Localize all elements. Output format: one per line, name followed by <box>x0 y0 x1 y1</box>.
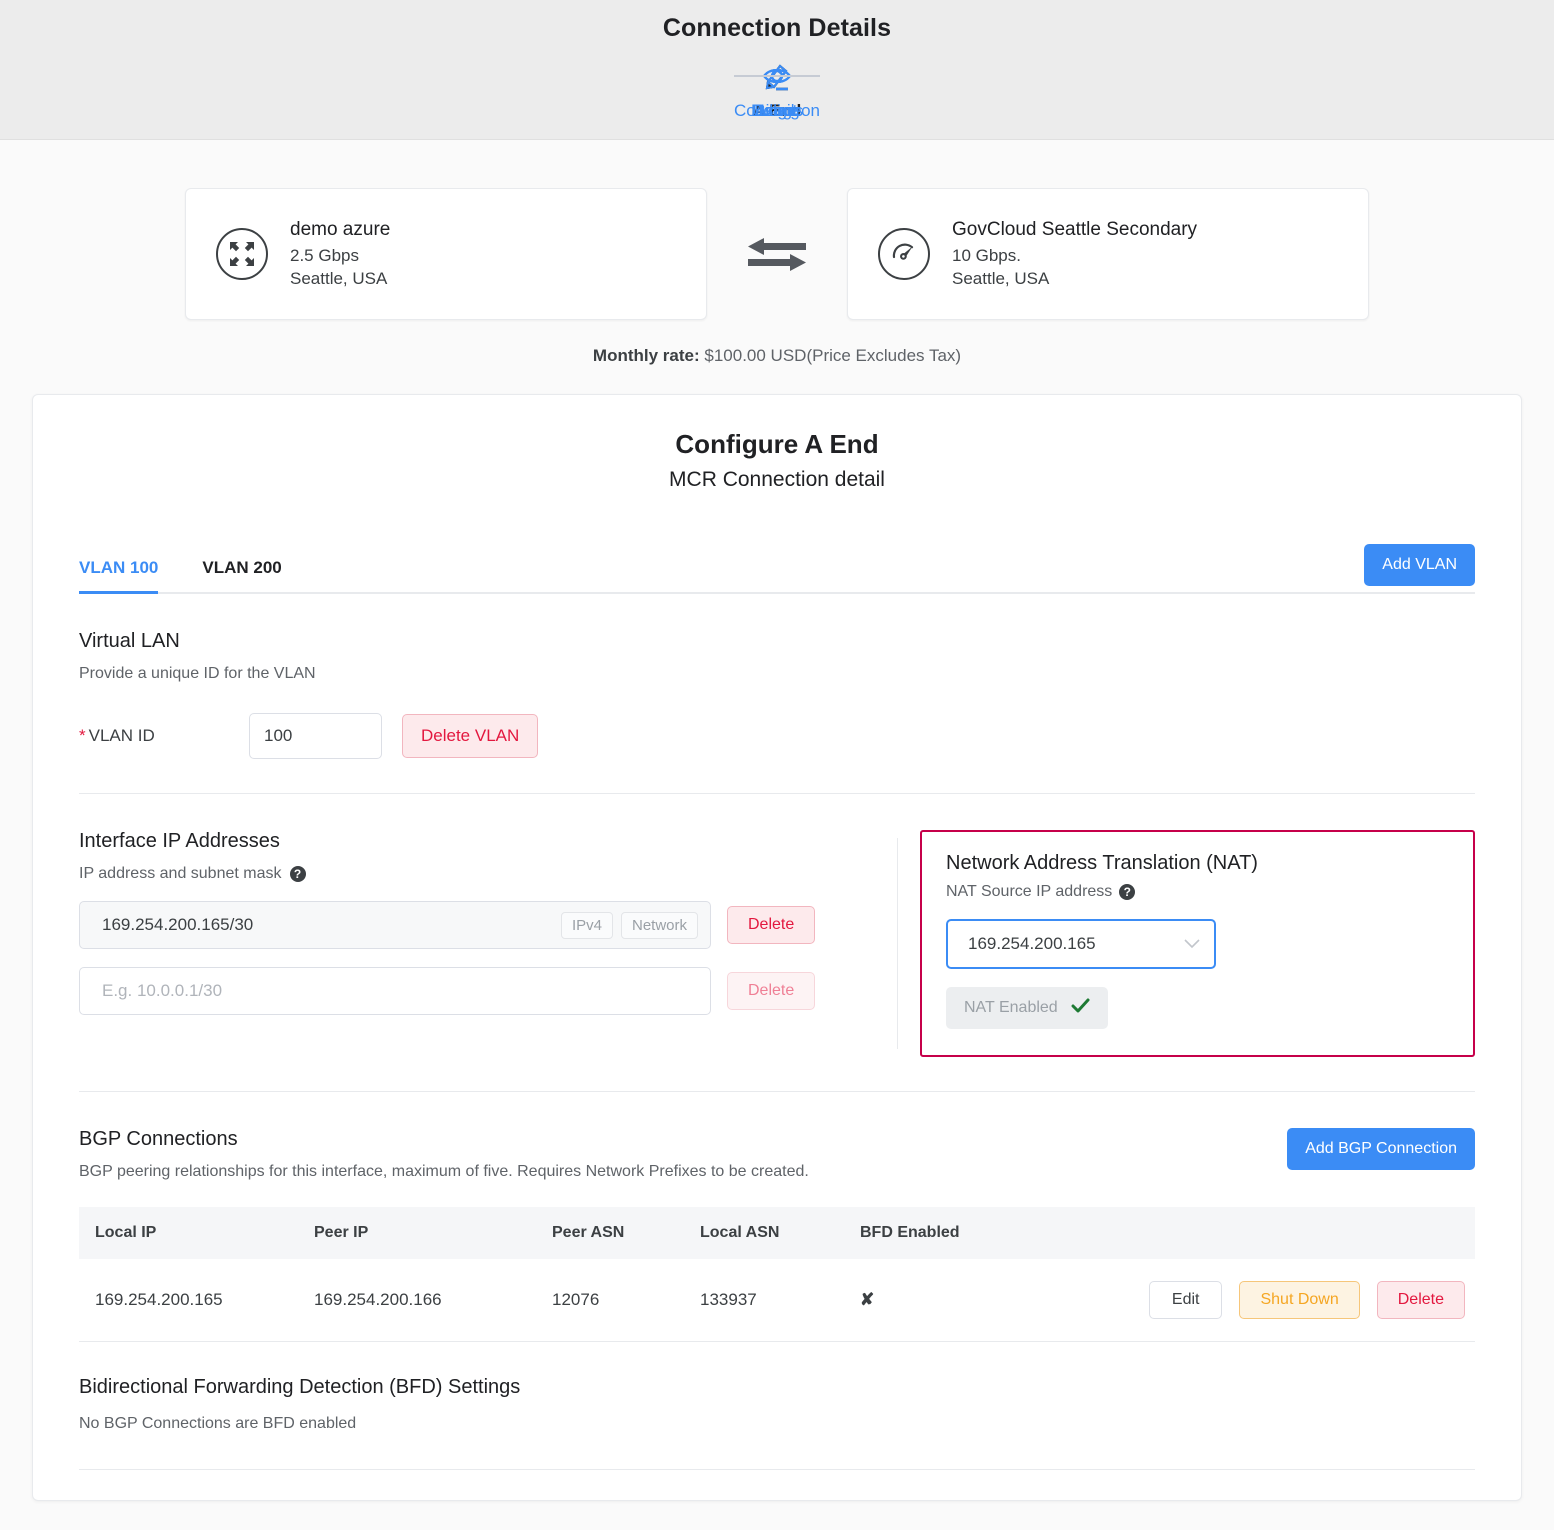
nat-sublabel: NAT Source IP address <box>946 883 1113 900</box>
ip-address-row: 169.254.200.165/30 IPv4 Network Delete <box>79 901 877 949</box>
delete-ip-button[interactable]: Delete <box>727 972 816 1010</box>
delete-ip-button[interactable]: Delete <box>727 906 816 944</box>
cell-bfd-enabled: ✘ <box>860 1259 1040 1342</box>
ip-address-placeholder: E.g. 10.0.0.1/30 <box>102 981 223 1000</box>
delete-bgp-button[interactable]: Delete <box>1376 1281 1465 1319</box>
tab-vlan-200[interactable]: VLAN 200 <box>202 552 303 592</box>
interface-ip-sublabel-row: IP address and subnet mask ? <box>79 865 877 883</box>
speedometer-icon <box>878 228 930 280</box>
a-end-card[interactable]: demo azure 2.5 Gbps Seattle, USA <box>185 188 707 320</box>
b-end-name: GovCloud Seattle Secondary <box>952 219 1198 241</box>
edit-bgp-button[interactable]: Edit <box>1148 1281 1223 1319</box>
nat-sublabel-row: NAT Source IP address ? <box>946 883 1449 901</box>
a-end-name: demo azure <box>290 219 391 241</box>
bfd-empty-text: No BGP Connections are BFD enabled <box>79 1415 357 1432</box>
panel-subtitle: MCR Connection detail <box>669 468 885 491</box>
configure-panel: Configure A End MCR Connection detail VL… <box>32 394 1522 1501</box>
bfd-section: Bidirectional Forwarding Detection (BFD)… <box>79 1342 1475 1470</box>
virtual-lan-heading: Virtual LAN <box>79 630 180 652</box>
column-header-peer-asn: Peer ASN <box>552 1207 700 1259</box>
cell-peer-asn: 12076 <box>552 1259 700 1342</box>
add-bgp-connection-button[interactable]: Add BGP Connection <box>1287 1128 1475 1170</box>
ip-address-field-filled[interactable]: 169.254.200.165/30 IPv4 Network <box>79 901 711 949</box>
virtual-lan-description: Provide a unique ID for the VLAN <box>79 665 316 682</box>
chevron-down-icon <box>1184 934 1200 954</box>
bgp-description: BGP peering relationships for this inter… <box>79 1163 809 1180</box>
b-end-location: Seattle, USA <box>952 269 1050 289</box>
cell-actions: Edit Shut Down Delete <box>1040 1259 1475 1342</box>
stepper-connector <box>734 75 820 77</box>
nat-column: Network Address Translation (NAT) NAT So… <box>898 830 1475 1057</box>
wizard-stepper: Connection A End Azure Details Logs Usag… <box>0 59 1554 121</box>
interface-ip-heading: Interface IP Addresses <box>79 830 280 852</box>
connection-details-page: Connection Details Connection A End Azur… <box>0 0 1554 1530</box>
ip-version-tag: IPv4 <box>560 911 613 939</box>
interface-ip-sublabel: IP address and subnet mask <box>79 865 282 882</box>
vlan-id-row: *VLAN ID Delete VLAN <box>79 713 1475 759</box>
ip-network-tag: Network <box>620 911 698 939</box>
monthly-rate-value: $100.00 USD(Price Excludes Tax) <box>704 346 962 365</box>
column-header-peer-ip: Peer IP <box>314 1207 552 1259</box>
check-icon <box>1071 998 1090 1018</box>
monthly-rate: Monthly rate: $100.00 USD(Price Excludes… <box>0 346 1554 366</box>
nat-section: Network Address Translation (NAT) NAT So… <box>920 830 1475 1057</box>
step-billing[interactable]: Billing <box>708 59 846 121</box>
help-icon[interactable]: ? <box>1119 884 1136 900</box>
endpoints-section: demo azure 2.5 Gbps Seattle, USA GovClou… <box>0 140 1554 366</box>
ip-address-row: E.g. 10.0.0.1/30 Delete <box>79 967 877 1015</box>
column-header-actions <box>1040 1207 1475 1259</box>
a-end-speed: 2.5 Gbps <box>290 245 359 265</box>
vlan-tabs: VLAN 100 VLAN 200 <box>79 552 326 594</box>
exchange-arrows-icon <box>707 230 847 278</box>
table-header-row: Local IP Peer IP Peer ASN Local ASN BFD … <box>79 1207 1475 1259</box>
virtual-lan-section: Virtual LAN Provide a unique ID for the … <box>79 594 1475 794</box>
nat-enabled-badge: NAT Enabled <box>946 987 1108 1029</box>
column-header-local-asn: Local ASN <box>700 1207 860 1259</box>
bgp-header-row: BGP Connections BGP peering relationship… <box>79 1128 1475 1181</box>
interface-ip-section: Interface IP Addresses IP address and su… <box>79 830 897 1057</box>
nat-heading: Network Address Translation (NAT) <box>946 852 1258 874</box>
cell-local-ip: 169.254.200.165 <box>79 1259 314 1342</box>
bfd-heading: Bidirectional Forwarding Detection (BFD)… <box>79 1376 521 1398</box>
ip-nat-row: Interface IP Addresses IP address and su… <box>79 794 1475 1057</box>
step-label: Billing <box>754 101 800 120</box>
mcr-arrows-icon <box>216 228 268 280</box>
column-header-bfd-enabled: BFD Enabled <box>860 1207 1040 1259</box>
help-icon[interactable]: ? <box>289 866 306 882</box>
panel-title: Configure A End <box>675 429 879 459</box>
b-end-card[interactable]: GovCloud Seattle Secondary 10 Gbps. Seat… <box>847 188 1369 320</box>
vlan-id-label-text: VLAN ID <box>88 726 155 745</box>
vlan-tabs-row: VLAN 100 VLAN 200 Add VLAN <box>79 544 1475 594</box>
b-end-speed: 10 Gbps. <box>952 245 1021 265</box>
a-end-location: Seattle, USA <box>290 269 388 289</box>
nat-source-ip-select[interactable]: 169.254.200.165 <box>946 919 1216 969</box>
section-divider <box>79 1469 1475 1470</box>
vlan-id-input[interactable] <box>249 713 382 759</box>
add-vlan-button[interactable]: Add VLAN <box>1364 544 1475 586</box>
vlan-id-label: * VLAN ID <box>79 726 229 746</box>
bgp-section: BGP Connections BGP peering relationship… <box>79 1092 1475 1342</box>
required-asterisk: * <box>79 726 86 745</box>
ip-address-field-empty[interactable]: E.g. 10.0.0.1/30 <box>79 967 711 1015</box>
table-row: 169.254.200.165 169.254.200.166 12076 13… <box>79 1259 1475 1342</box>
cell-local-asn: 133937 <box>700 1259 860 1342</box>
page-title: Connection Details <box>662 14 892 42</box>
bgp-table: Local IP Peer IP Peer ASN Local ASN BFD … <box>79 1207 1475 1342</box>
shutdown-bgp-button[interactable]: Shut Down <box>1239 1281 1360 1319</box>
column-header-local-ip: Local IP <box>79 1207 314 1259</box>
monthly-rate-label: Monthly rate: <box>592 346 700 365</box>
delete-vlan-button[interactable]: Delete VLAN <box>402 714 539 758</box>
ip-address-value: 169.254.200.165/30 <box>102 915 254 934</box>
nat-source-ip-value: 169.254.200.165 <box>968 934 1096 953</box>
cell-peer-ip: 169.254.200.166 <box>314 1259 552 1342</box>
nat-enabled-label: NAT Enabled <box>964 999 1058 1016</box>
tab-vlan-100[interactable]: VLAN 100 <box>79 552 180 594</box>
bgp-heading: BGP Connections <box>79 1128 238 1150</box>
page-header: Connection Details Connection A End Azur… <box>0 0 1554 140</box>
